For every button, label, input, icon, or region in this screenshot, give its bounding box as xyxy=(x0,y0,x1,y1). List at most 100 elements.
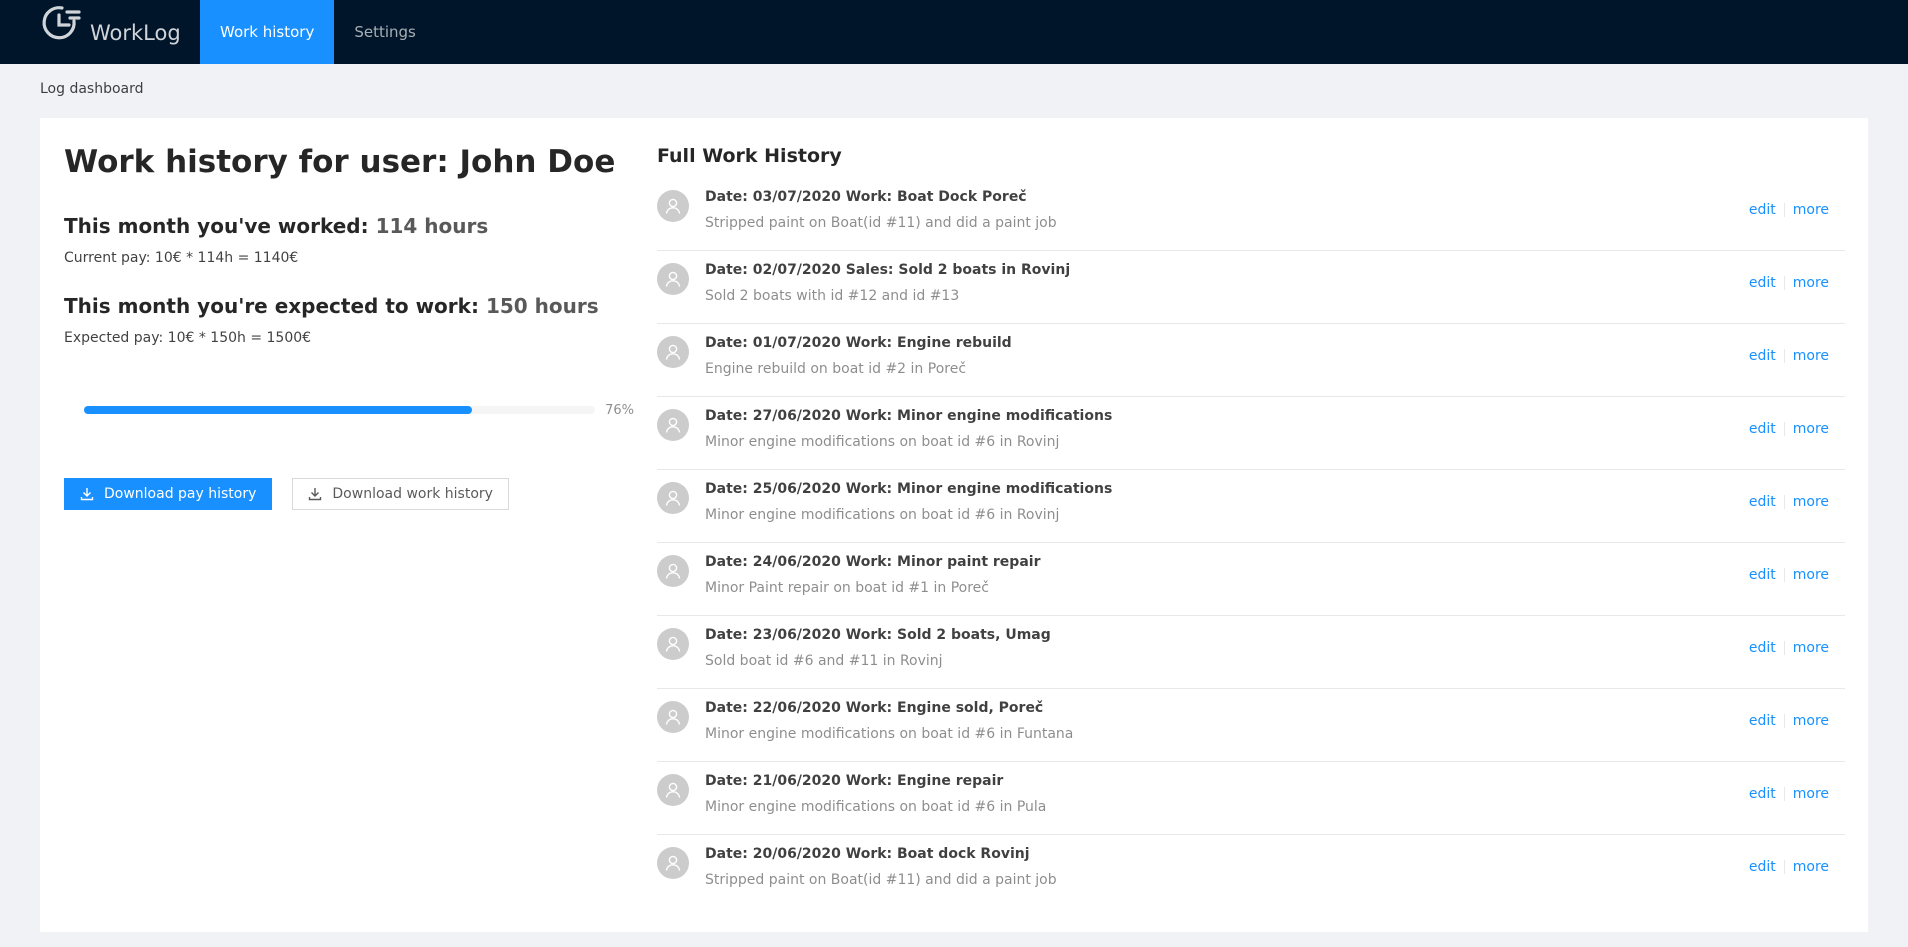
user-icon xyxy=(665,636,681,652)
app-name: WorkLog xyxy=(90,21,181,45)
worked-hours-label: This month you've worked: xyxy=(64,214,369,238)
more-link[interactable]: more xyxy=(1785,713,1837,729)
history-item-description: Stripped paint on Boat(id #11) and did a… xyxy=(705,872,1057,888)
history-item-actions: edit more xyxy=(1741,421,1837,437)
history-item-title: Date: 21/06/2020 Work: Engine repair xyxy=(705,773,1004,789)
current-pay: Current pay: 10€ * 114h = 1140€ xyxy=(64,250,299,266)
avatar xyxy=(657,482,689,514)
history-item-title: Date: 20/06/2020 Work: Boat dock Rovinj xyxy=(705,846,1030,862)
worked-hours-heading: This month you've worked: 114 hours xyxy=(64,212,634,240)
expected-hours-value: 150 hours xyxy=(485,294,599,318)
avatar xyxy=(657,263,689,295)
history-list: Date: 03/07/2020 Work: Boat Dock Poreč S… xyxy=(657,178,1845,908)
history-item-actions: edit more xyxy=(1741,567,1837,583)
breadcrumb: Log dashboard xyxy=(40,81,144,97)
more-link[interactable]: more xyxy=(1785,640,1837,656)
history-item: Date: 22/06/2020 Work: Engine sold, Pore… xyxy=(657,689,1845,762)
download-pay-history-label: Download pay history xyxy=(104,486,257,502)
edit-link[interactable]: edit xyxy=(1741,713,1784,729)
history-item-actions: edit more xyxy=(1741,859,1837,875)
user-icon xyxy=(665,344,681,360)
more-link[interactable]: more xyxy=(1785,859,1837,875)
history-item-title: Date: 23/06/2020 Work: Sold 2 boats, Uma… xyxy=(705,627,1051,643)
history-item-title: Date: 01/07/2020 Work: Engine rebuild xyxy=(705,335,1012,351)
progress-track xyxy=(84,406,596,414)
avatar xyxy=(657,190,689,222)
user-icon xyxy=(665,198,681,214)
history-item: Date: 01/07/2020 Work: Engine rebuild En… xyxy=(657,324,1845,397)
history-item: Date: 23/06/2020 Work: Sold 2 boats, Uma… xyxy=(657,616,1845,689)
more-link[interactable]: more xyxy=(1785,348,1837,364)
history-panel: Full Work History Date: 03/07/2020 Work:… xyxy=(657,142,1845,908)
progress-bar: 76% xyxy=(84,400,634,420)
edit-link[interactable]: edit xyxy=(1741,202,1784,218)
clock-icon xyxy=(40,6,84,49)
edit-link[interactable]: edit xyxy=(1741,275,1784,291)
history-item-actions: edit more xyxy=(1741,713,1837,729)
user-icon xyxy=(665,490,681,506)
progress-fill xyxy=(84,406,473,414)
history-item: Date: 20/06/2020 Work: Boat dock Rovinj … xyxy=(657,835,1845,908)
history-item-actions: edit more xyxy=(1741,275,1837,291)
download-work-history-button[interactable]: Download work history xyxy=(292,478,509,510)
edit-link[interactable]: edit xyxy=(1741,348,1784,364)
edit-link[interactable]: edit xyxy=(1741,421,1784,437)
dashboard-card: Work history for user: John Doe This mon… xyxy=(40,118,1868,932)
history-item-title: Date: 24/06/2020 Work: Minor paint repai… xyxy=(705,554,1041,570)
page-title: Work history for user: John Doe xyxy=(64,144,616,180)
summary-panel: Work history for user: John Doe This mon… xyxy=(64,142,634,510)
history-item-title: Date: 02/07/2020 Sales: Sold 2 boats in … xyxy=(705,262,1071,278)
history-item: Date: 21/06/2020 Work: Engine repair Min… xyxy=(657,762,1845,835)
history-item-description: Stripped paint on Boat(id #11) and did a… xyxy=(705,215,1057,231)
history-item: Date: 03/07/2020 Work: Boat Dock Poreč S… xyxy=(657,178,1845,251)
user-icon xyxy=(665,563,681,579)
top-navbar: WorkLog Work history Settings xyxy=(0,0,1908,64)
download-pay-history-button[interactable]: Download pay history xyxy=(64,478,273,510)
history-item-title: Date: 25/06/2020 Work: Minor engine modi… xyxy=(705,481,1113,497)
edit-link[interactable]: edit xyxy=(1741,859,1784,875)
avatar xyxy=(657,847,689,879)
history-item-description: Minor engine modifications on boat id #6… xyxy=(705,726,1074,742)
more-link[interactable]: more xyxy=(1785,421,1837,437)
avatar xyxy=(657,336,689,368)
more-link[interactable]: more xyxy=(1785,494,1837,510)
avatar xyxy=(657,774,689,806)
history-item-description: Minor engine modifications on boat id #6… xyxy=(705,434,1060,450)
history-item-description: Engine rebuild on boat id #2 in Poreč xyxy=(705,361,967,377)
history-item: Date: 27/06/2020 Work: Minor engine modi… xyxy=(657,397,1845,470)
user-icon xyxy=(665,782,681,798)
worked-hours-value: 114 hours xyxy=(375,214,489,238)
history-item-actions: edit more xyxy=(1741,786,1837,802)
progress-text: 76% xyxy=(605,402,634,418)
edit-link[interactable]: edit xyxy=(1741,494,1784,510)
history-item-description: Minor engine modifications on boat id #6… xyxy=(705,799,1047,815)
edit-link[interactable]: edit xyxy=(1741,567,1784,583)
history-item-actions: edit more xyxy=(1741,494,1837,510)
history-item: Date: 25/06/2020 Work: Minor engine modi… xyxy=(657,470,1845,543)
nav-work-history[interactable]: Work history xyxy=(200,0,335,64)
history-item-description: Minor engine modifications on boat id #6… xyxy=(705,507,1060,523)
edit-link[interactable]: edit xyxy=(1741,786,1784,802)
more-link[interactable]: more xyxy=(1785,275,1837,291)
edit-link[interactable]: edit xyxy=(1741,640,1784,656)
more-link[interactable]: more xyxy=(1785,786,1837,802)
nav-settings[interactable]: Settings xyxy=(334,0,436,64)
history-item-title: Date: 22/06/2020 Work: Engine sold, Pore… xyxy=(705,700,1044,716)
app-logo[interactable]: WorkLog xyxy=(0,0,200,64)
history-item-actions: edit more xyxy=(1741,640,1837,656)
more-link[interactable]: more xyxy=(1785,202,1837,218)
expected-hours-heading: This month you're expected to work: 150 … xyxy=(64,292,634,320)
user-icon xyxy=(665,417,681,433)
history-item: Date: 24/06/2020 Work: Minor paint repai… xyxy=(657,543,1845,616)
expected-hours-label: This month you're expected to work: xyxy=(64,294,479,318)
download-buttons: Download pay history Download work histo… xyxy=(64,478,529,510)
download-icon xyxy=(309,488,322,501)
history-item: Date: 02/07/2020 Sales: Sold 2 boats in … xyxy=(657,251,1845,324)
history-title: Full Work History xyxy=(657,145,842,167)
avatar xyxy=(657,409,689,441)
download-icon xyxy=(80,488,94,501)
expected-pay: Expected pay: 10€ * 150h = 1500€ xyxy=(64,330,312,346)
avatar xyxy=(657,555,689,587)
more-link[interactable]: more xyxy=(1785,567,1837,583)
history-item-actions: edit more xyxy=(1741,348,1837,364)
